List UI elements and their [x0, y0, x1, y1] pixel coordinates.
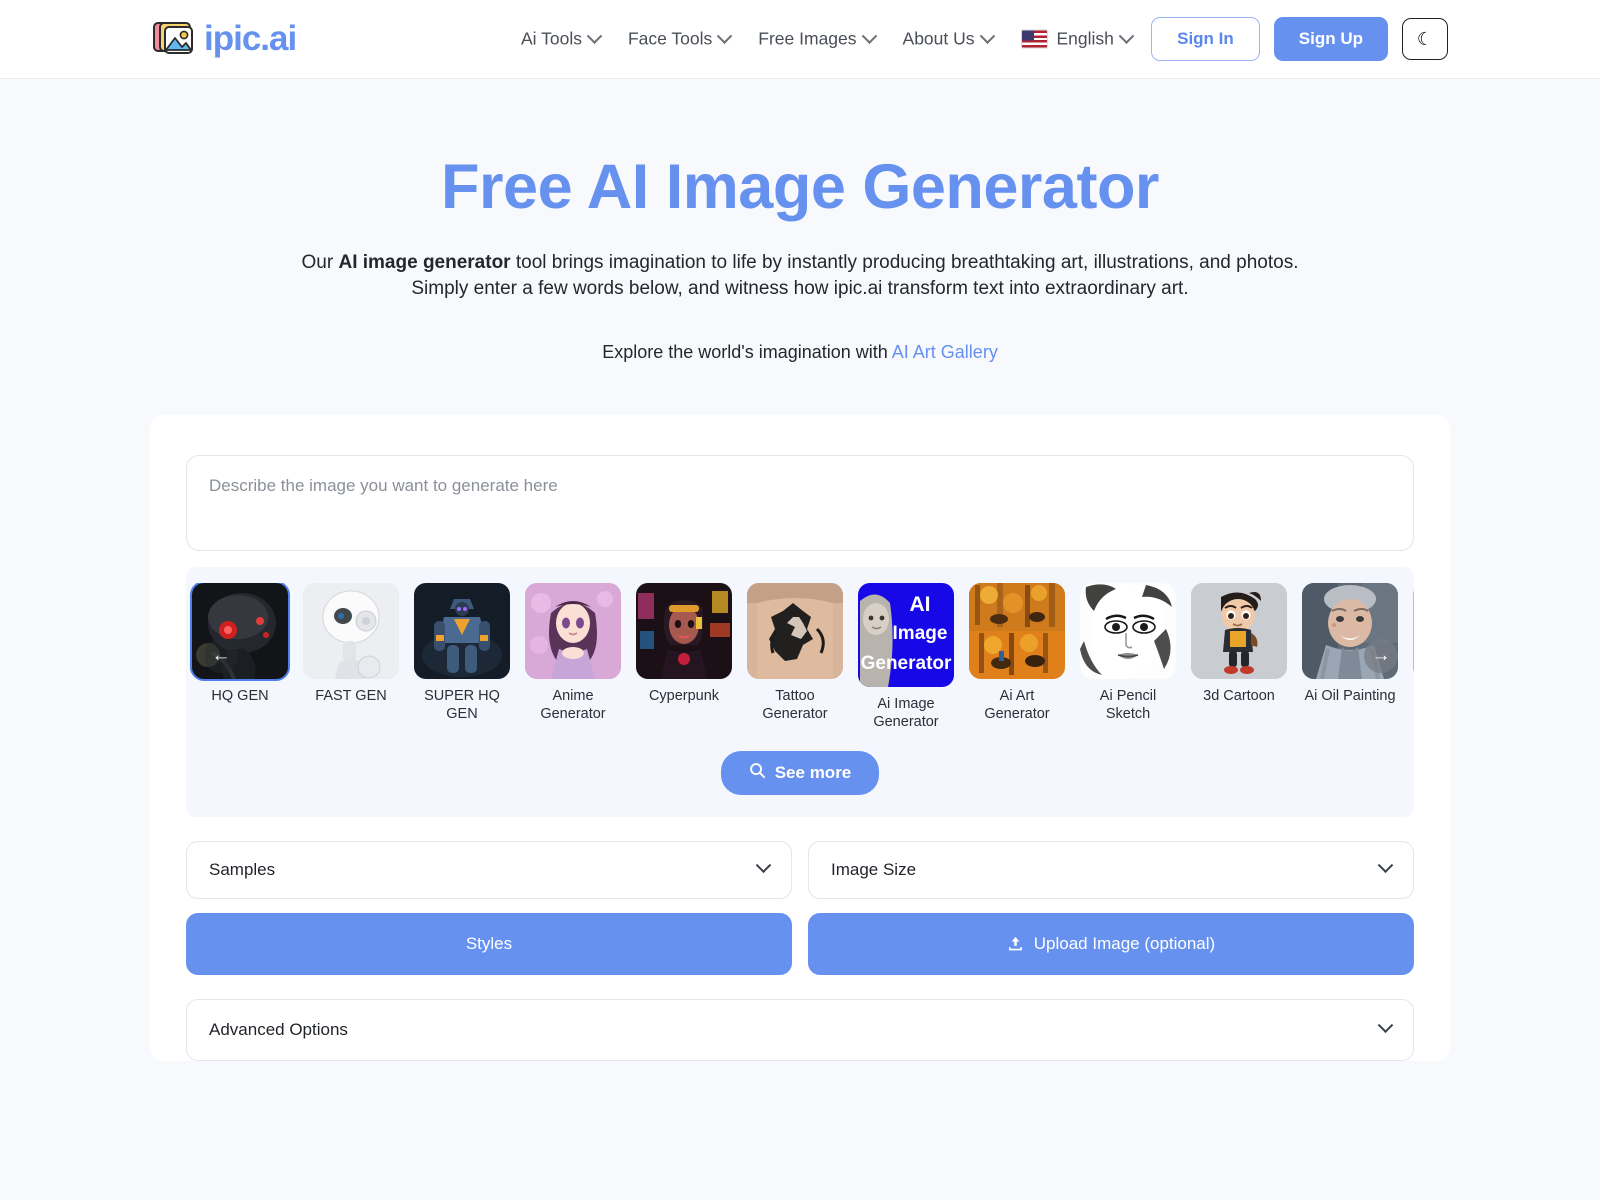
nav-item-ai-tools[interactable]: Ai Tools	[521, 28, 603, 50]
thumb-label: Anime Generator	[540, 687, 606, 722]
ai-art-gallery-link[interactable]: AI Art Gallery	[892, 342, 998, 362]
hero-subtitle: Our AI image generator tool brings imagi…	[0, 250, 1600, 301]
thumb-label: Ai Oil Painting	[1304, 687, 1396, 704]
carousel-prev-button[interactable]: ←	[204, 638, 238, 673]
model-thumb-3d-cartoon[interactable]: 3d Cartoon	[1191, 582, 1287, 705]
thumb-image	[747, 582, 843, 679]
model-thumb-next-partial[interactable]	[1413, 582, 1414, 687]
carousel-track[interactable]: HQ GEN FAST GEN SUPER HQ GEN Anime Gener…	[186, 582, 1414, 731]
svg-text:Image: Image	[893, 623, 948, 644]
chevron-down-icon	[979, 28, 995, 44]
thumb-image	[969, 582, 1065, 679]
language-selector[interactable]: English	[1020, 28, 1135, 50]
samples-label: Samples	[209, 859, 276, 879]
advanced-options-label: Advanced Options	[209, 1019, 348, 1039]
model-thumb-ai-pencil-sketch[interactable]: Ai Pencil Sketch	[1080, 582, 1176, 723]
thumb-image	[303, 582, 399, 679]
thumb-image: AI Image Generator	[858, 582, 954, 687]
thumb-label: Cyperpunk	[648, 687, 720, 704]
nav-label: About Us	[902, 28, 975, 49]
hero-explore: Explore the world's imagination with AI …	[0, 342, 1600, 363]
thumb-label: Ai Image Generator	[873, 695, 939, 730]
model-thumb-fast-gen[interactable]: FAST GEN	[303, 582, 399, 705]
styles-label: Styles	[465, 933, 513, 953]
upload-label: Upload Image (optional)	[1033, 933, 1216, 953]
thumb-label: SUPER HQ GEN	[424, 687, 500, 722]
nav-item-about-us[interactable]: About Us	[902, 28, 995, 50]
thumb-label: Ai Art Generator	[984, 687, 1050, 722]
us-flag-icon	[1020, 29, 1048, 49]
see-more-button[interactable]: See more	[720, 750, 880, 795]
image-stack-icon	[152, 17, 198, 61]
thumb-label: FAST GEN	[315, 687, 387, 704]
nav-label: Ai Tools	[521, 28, 582, 49]
model-thumb-tattoo-generator[interactable]: Tattoo Generator	[747, 582, 843, 723]
model-thumb-super-hq-gen[interactable]: SUPER HQ GEN	[414, 582, 510, 723]
thumb-image	[525, 582, 621, 679]
chevron-down-icon	[755, 857, 772, 874]
model-thumb-ai-art-generator[interactable]: Ai Art Generator	[969, 582, 1065, 723]
model-thumb-ai-image-generator[interactable]: AI Image Generator Ai Image Generator	[858, 582, 954, 731]
nav-item-free-images[interactable]: Free Images	[758, 28, 877, 50]
sign-in-button[interactable]: Sign In	[1151, 17, 1260, 61]
svg-text:Generator: Generator	[861, 653, 952, 674]
hero-subtitle-pre: Our	[301, 252, 339, 274]
nav-item-face-tools[interactable]: Face Tools	[627, 28, 733, 50]
image-size-select[interactable]: Image Size	[808, 840, 1414, 899]
moon-icon[interactable]: ☾	[1402, 18, 1448, 60]
model-thumb-anime-generator[interactable]: Anime Generator	[525, 582, 621, 723]
options-row: Samples Image Size	[186, 840, 1414, 899]
prompt-input[interactable]	[186, 454, 1414, 551]
chevron-down-icon	[586, 28, 603, 44]
advanced-options-accordion[interactable]: Advanced Options	[186, 998, 1414, 1061]
hero-subtitle-line2: Simply enter a few words below, and witn…	[411, 277, 1189, 299]
action-buttons-row: Styles Upload Image (optional)	[186, 912, 1414, 975]
samples-select[interactable]: Samples	[186, 840, 792, 899]
chevron-down-icon	[717, 28, 733, 44]
see-more-label: See more	[774, 762, 852, 782]
page-title: Free AI Image Generator	[441, 152, 1159, 222]
chevron-down-icon	[1118, 28, 1135, 44]
thumb-image	[414, 582, 510, 679]
thumb-label: Ai Pencil Sketch	[1099, 687, 1157, 722]
main-navigation: Ai Tools Face Tools Free Images About Us…	[521, 28, 1135, 50]
thumb-image	[636, 582, 732, 679]
hero-subtitle-bold: AI image generator	[338, 252, 511, 274]
svg-text:AI: AI	[910, 593, 931, 616]
chevron-down-icon	[861, 28, 877, 44]
model-thumb-cyperpunk[interactable]: Cyperpunk	[636, 582, 732, 705]
model-thumb-hq-gen[interactable]: HQ GEN	[190, 582, 290, 705]
model-carousel: ← → HQ GEN FAST GEN SUPER HQ GEN Anime G…	[186, 566, 1414, 817]
sign-up-button[interactable]: Sign Up	[1273, 17, 1388, 61]
hero-subtitle-post: tool brings imagination to life by insta…	[510, 252, 1299, 274]
thumb-image	[1080, 582, 1176, 679]
chevron-down-icon	[1377, 1017, 1394, 1034]
thumb-label: 3d Cartoon	[1203, 687, 1275, 704]
image-size-label: Image Size	[831, 859, 917, 879]
upload-image-button[interactable]: Upload Image (optional)	[808, 912, 1414, 975]
site-header: ipic.ai Ai Tools Face Tools Free Images …	[0, 0, 1600, 79]
search-icon	[749, 762, 766, 784]
nav-label: Free Images	[758, 28, 857, 49]
upload-icon	[1007, 935, 1024, 952]
brand-name: ipic.ai	[204, 19, 297, 58]
hero-explore-text: Explore the world's imagination with	[602, 341, 892, 362]
see-more-row: See more	[186, 750, 1414, 795]
chevron-down-icon	[1377, 857, 1394, 874]
styles-button[interactable]: Styles	[186, 912, 792, 975]
nav-label: Face Tools	[627, 28, 713, 49]
thumb-image	[1191, 582, 1287, 679]
thumb-label: HQ GEN	[211, 687, 269, 704]
thumb-image	[1413, 582, 1414, 679]
generator-card: ← →	[150, 414, 1450, 1061]
brand-logo-link[interactable]: ipic.ai	[152, 17, 297, 61]
language-label: English	[1056, 28, 1114, 49]
auth-actions: Sign In Sign Up ☾	[1151, 17, 1448, 61]
thumb-label: Tattoo Generator	[762, 687, 828, 722]
hero-section: Free AI Image Generator Our AI image gen…	[0, 79, 1600, 363]
carousel-next-button[interactable]: →	[1364, 638, 1398, 673]
